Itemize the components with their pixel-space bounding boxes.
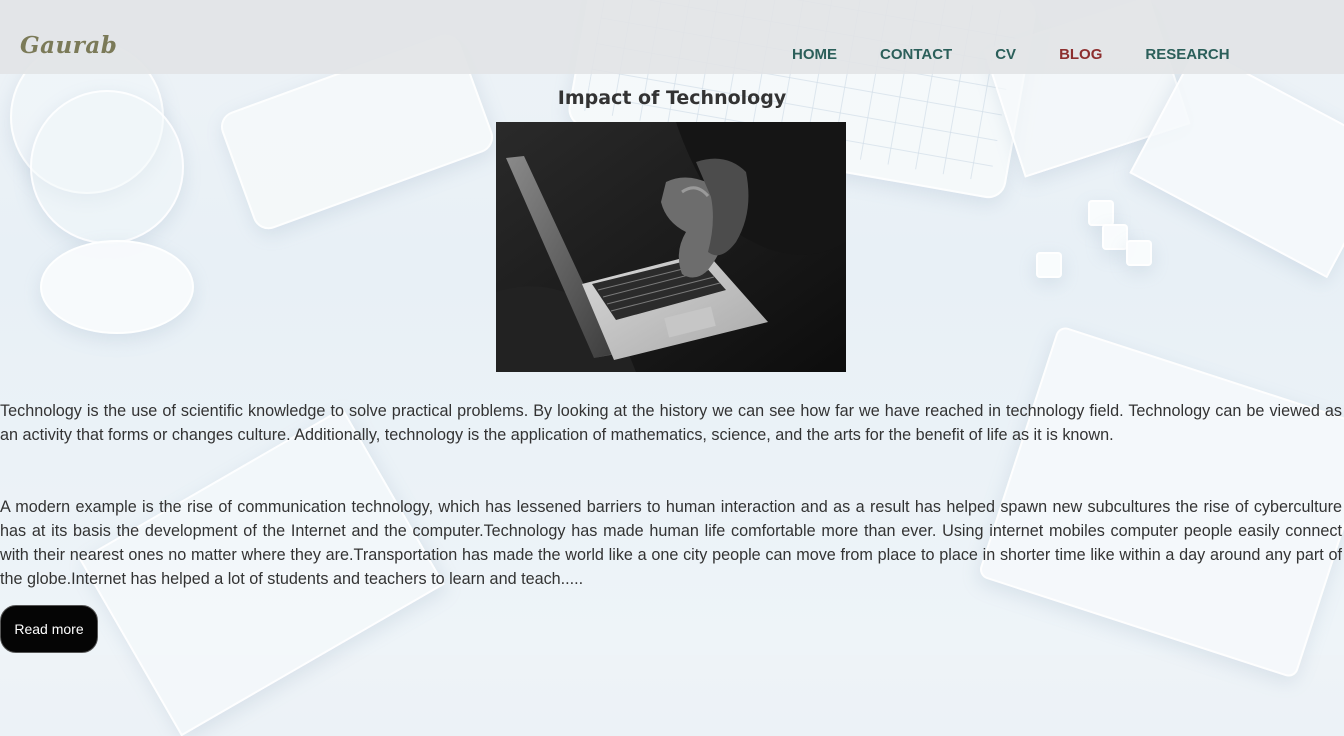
main-nav: HOME CONTACT CV BLOG RESEARCH: [792, 46, 1273, 63]
cube-decoration: [1126, 240, 1152, 266]
cube-decoration: [1102, 224, 1128, 250]
post-paragraph: Technology is the use of scientific know…: [0, 402, 1342, 444]
nav-cv[interactable]: CV: [995, 46, 1016, 63]
site-logo[interactable]: Gaurab: [20, 32, 117, 59]
nav-contact[interactable]: CONTACT: [880, 46, 952, 63]
envelope-decoration: [1129, 45, 1344, 279]
laptop-photo-image: [496, 122, 846, 372]
disc-decoration: [30, 90, 184, 244]
cube-decoration: [1088, 200, 1114, 226]
nav-research[interactable]: RESEARCH: [1145, 46, 1229, 63]
top-navbar: Gaurab HOME CONTACT CV BLOG RESEARCH: [0, 0, 1344, 74]
nav-blog[interactable]: BLOG: [1059, 46, 1102, 63]
cube-decoration: [1036, 252, 1062, 278]
nav-home[interactable]: HOME: [792, 46, 837, 63]
laptop-photo-icon: [496, 122, 846, 372]
post-paragraph: A modern example is the rise of communic…: [0, 498, 1342, 588]
cup-decoration: [40, 240, 194, 334]
post-title: Impact of Technology: [557, 87, 787, 109]
read-more-button[interactable]: Read more: [0, 605, 98, 653]
